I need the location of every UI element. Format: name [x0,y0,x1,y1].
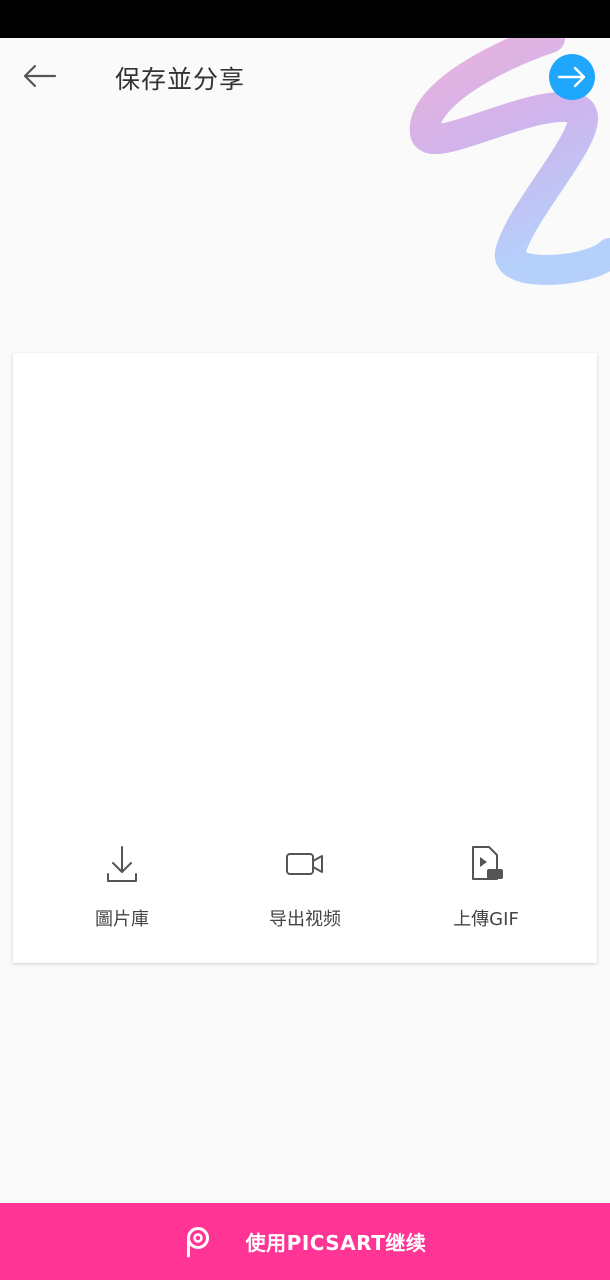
upload-gif-button[interactable]: 上傳GIF [421,843,551,933]
video-camera-icon [286,853,323,875]
page-title: 保存並分享 [115,65,246,94]
upload-gif-label: 上傳GIF [453,909,519,930]
share-card: 圖片庫 导出视频 上傳GIF [13,353,597,963]
gif-file-icon [472,846,503,880]
export-video-label: 导出视频 [269,909,341,930]
download-icon [107,846,137,882]
share-options: 圖片庫 导出视频 上傳GIF [13,843,597,933]
back-button[interactable] [14,56,64,96]
app-header: 保存並分享 [0,38,610,118]
next-button[interactable] [549,54,595,100]
arrow-right-icon [557,66,586,88]
continue-with-picsart-button[interactable]: 使用PICSART继续 [0,1203,610,1280]
save-to-gallery-label: 圖片庫 [95,909,149,930]
picsart-logo-icon [184,1226,210,1258]
status-bar [0,0,610,38]
save-to-gallery-button[interactable]: 圖片庫 [57,843,187,933]
export-video-button[interactable]: 导出视频 [240,843,370,933]
arrow-left-icon [23,64,57,88]
continue-with-picsart-label: 使用PICSART继续 [245,1231,427,1255]
